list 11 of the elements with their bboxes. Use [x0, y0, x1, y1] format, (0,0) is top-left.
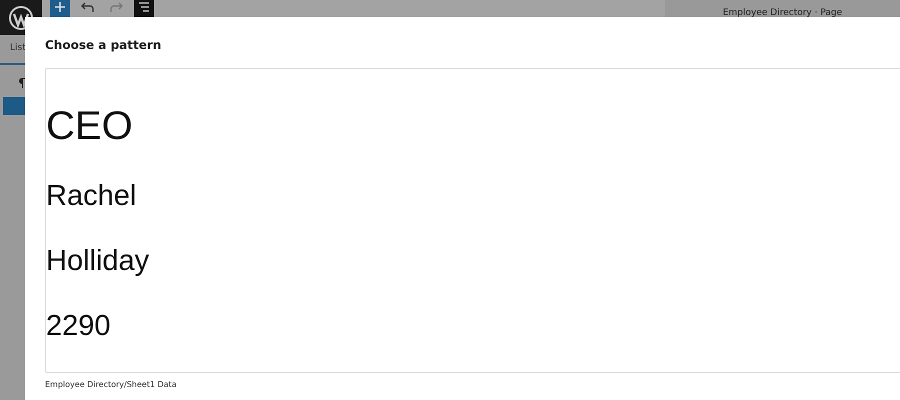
- list-view-button[interactable]: [134, 0, 154, 17]
- pattern-caption: Employee Directory/Sheet1 Data: [45, 380, 178, 389]
- preview-text: 2290: [46, 312, 112, 341]
- modal-title: Choose a pattern: [45, 38, 162, 52]
- add-block-button[interactable]: [50, 0, 70, 17]
- preview-text: Holliday: [46, 247, 150, 276]
- preview-text: Rachel: [46, 182, 138, 211]
- list-view-icon: [138, 2, 150, 12]
- pattern-preview[interactable]: CEO Rachel Holliday 2290: [45, 68, 900, 373]
- preview-text: CEO: [46, 106, 134, 146]
- plus-icon: [54, 1, 66, 13]
